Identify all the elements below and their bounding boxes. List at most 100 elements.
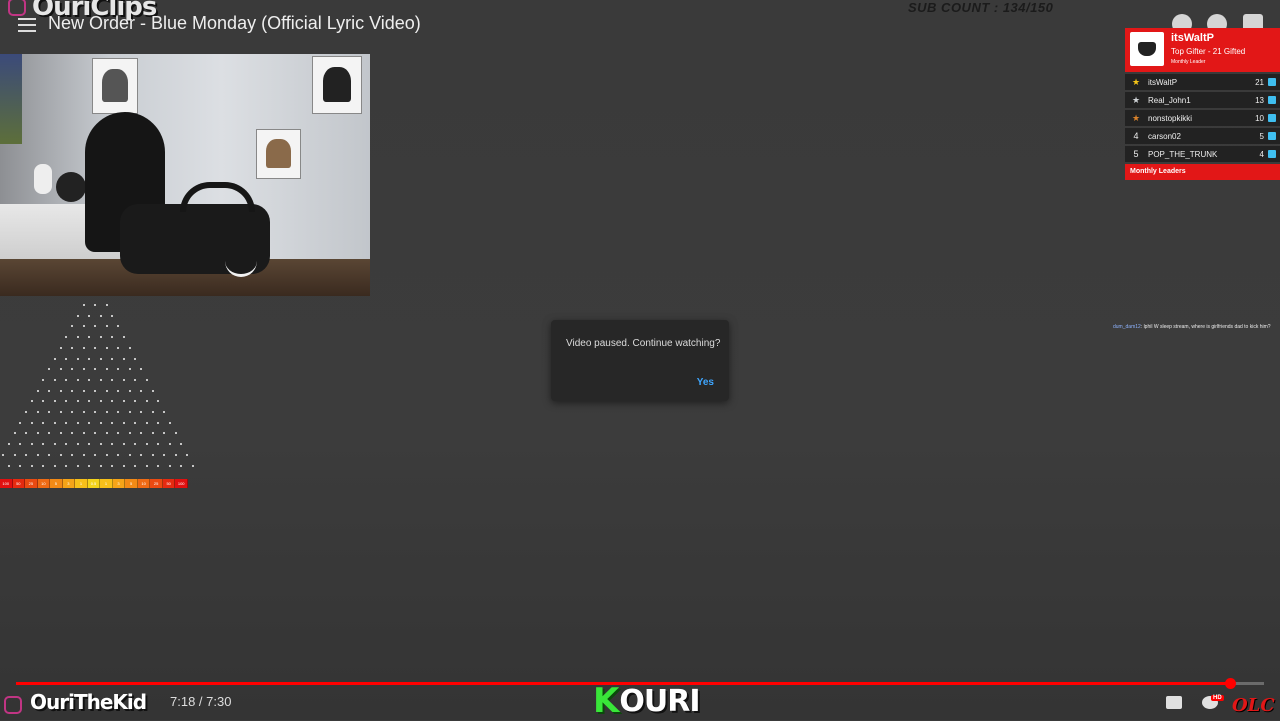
plinko-slot: 5 [125,479,138,488]
plinko-peg [128,453,131,456]
kouri-logo: K OURI [593,684,701,718]
plinko-peg [94,325,96,328]
plinko-peg [111,336,114,339]
plinko-peg [48,389,50,392]
plinko-peg [128,368,131,371]
plinko-peg [59,368,62,371]
plinko-peg [88,421,91,424]
chat-text: : lphil W sleep stream, where is girlfri… [1140,324,1271,330]
plinko-peg [76,421,79,424]
plinko-peg [71,346,73,349]
plinko-slot: 50 [162,479,176,488]
sub-count-overlay: SUB COUNT : 134/150 [908,0,1054,15]
plinko-peg [36,389,39,392]
figurine-image [34,164,52,194]
plinko-peg [53,400,56,403]
time-display: 7:18 / 7:30 [170,694,232,709]
plinko-peg [145,421,148,424]
plinko-peg [105,389,108,392]
plinko-peg [140,432,142,435]
plinko-peg [53,443,56,446]
plinko-peg [134,421,137,424]
plinko-peg [117,453,119,456]
plinko-peg [180,464,183,467]
gift-hand-icon [1130,32,1164,66]
plinko-peg [76,400,79,403]
leaderboard-rank: 4 [1133,131,1139,141]
webcam-feed [0,54,370,296]
plinko-peg [7,464,10,467]
plinko-peg [71,325,73,328]
plinko-peg [13,432,16,435]
instagram-icon [4,696,22,714]
leaderboard-rank: ★ [1131,94,1141,105]
plinko-peg [99,421,102,424]
leaderboard-count: 4 [1259,149,1264,159]
plinko-peg [99,314,102,317]
leaderboard-rows: ★ itsWaltP 21 ★ Real_John1 13 ★ nonstopkikki 10 4… [1125,74,1280,162]
plinko-slot: 0.5 [87,479,101,488]
plinko-peg [140,453,142,456]
plinko-peg [157,464,160,467]
plinko-peg [71,453,73,456]
continue-yes-button[interactable]: Yes [697,377,714,388]
plinko-peg [53,378,56,381]
leaderboard-username: nonstopkikki [1148,113,1193,123]
plinko-peg [71,389,73,392]
plinko-peg [134,400,137,403]
plinko-peg [122,443,125,446]
video-title[interactable]: New Order - Blue Monday (Official Lyric … [48,13,421,34]
gift-icon [1268,78,1276,86]
plinko-peg [168,443,171,446]
plinko-peg [94,389,96,392]
plinko-peg [122,378,125,381]
plinko-peg [111,314,114,317]
captions-icon[interactable] [1166,696,1182,709]
plinko-peg [122,400,125,403]
plinko-slots: 100 50 25 10 5 3 1 0.5 1 3 5 10 25 50 100 [0,479,188,488]
plinko-peg [65,443,68,446]
top-gifter-name: itsWaltP [1171,32,1214,44]
plinko-peg [117,368,119,371]
poster-image [92,58,138,114]
plinko-peg [151,432,154,435]
plinko-peg [53,464,56,467]
leaderboard-username: POP_THE_TRUNK [1148,149,1218,159]
plinko-peg [19,421,22,424]
plinko-slot: 25 [25,479,38,488]
plinko-peg [99,378,102,381]
plinko-peg [48,368,50,371]
instagram-icon [8,0,26,16]
plinko-peg [99,336,102,339]
plinko-peg [30,400,33,403]
plinko-slot: 3 [112,479,126,488]
plinko-peg [82,346,85,349]
plinko-peg [122,421,125,424]
plinko-peg [145,443,148,446]
plinko-peg [42,443,45,446]
plinko-peg [48,432,50,435]
progress-scrubber[interactable] [1225,678,1237,689]
gift-icon [1268,150,1276,158]
leaderboard-row: 4 carson02 5 [1125,128,1280,144]
plinko-peg [168,464,171,467]
leaderboard-count: 10 [1255,113,1264,123]
plinko-slot: 5 [50,479,63,488]
top-gifter-subtitle: Top Gifter - 21 Gifted [1171,47,1246,56]
plinko-peg [82,411,85,413]
plinko-peg [65,336,68,339]
plinko-peg [140,411,142,413]
plinko-peg [48,453,50,456]
plinko-peg [88,400,91,403]
plinko-peg [82,325,85,328]
plinko-slot: 1 [75,479,88,488]
plinko-peg [191,464,194,467]
plinko-peg [88,336,91,339]
plinko-peg [88,378,91,381]
plinko-peg [134,378,137,381]
plinko-slot: 100 [0,479,13,488]
top-gifter-tag: Monthly Leader [1171,59,1206,65]
plinko-peg [53,357,56,360]
menu-icon[interactable] [18,18,36,32]
plinko-peg [163,453,165,456]
